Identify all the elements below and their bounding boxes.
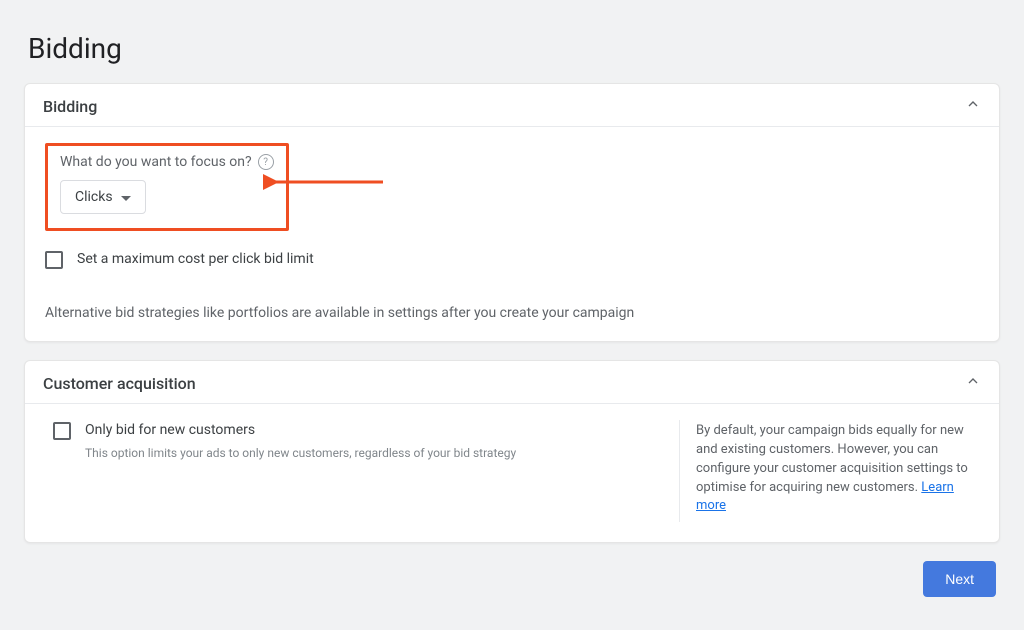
customer-acquisition-card: Customer acquisition Only bid for new cu… xyxy=(24,360,1000,543)
acquisition-side-note: By default, your campaign bids equally f… xyxy=(679,420,979,522)
next-button[interactable]: Next xyxy=(923,561,996,597)
focus-dropdown-value: Clicks xyxy=(75,189,113,205)
bidding-card-header[interactable]: Bidding xyxy=(25,84,999,127)
alt-strategies-note: Alternative bid strategies like portfoli… xyxy=(45,305,979,321)
chevron-down-icon xyxy=(121,196,131,201)
focus-dropdown[interactable]: Clicks xyxy=(60,180,146,214)
page-title: Bidding xyxy=(28,32,1000,65)
new-customers-subtext: This option limits your ads to only new … xyxy=(85,446,655,460)
chevron-up-icon xyxy=(965,373,981,393)
focus-highlight-box: What do you want to focus on? ? Clicks xyxy=(45,143,289,231)
bidding-card-title: Bidding xyxy=(43,97,97,116)
max-cpc-checkbox[interactable] xyxy=(45,251,63,269)
bidding-card: Bidding What do you want to focus on? ? … xyxy=(24,83,1000,342)
new-customers-label: Only bid for new customers xyxy=(85,422,255,438)
new-customers-checkbox[interactable] xyxy=(53,422,71,440)
max-cpc-label: Set a maximum cost per click bid limit xyxy=(77,251,314,267)
chevron-up-icon xyxy=(965,96,981,116)
focus-label: What do you want to focus on? xyxy=(60,154,252,170)
customer-acquisition-header[interactable]: Customer acquisition xyxy=(25,361,999,404)
annotation-arrow-icon xyxy=(263,167,393,197)
customer-acquisition-title: Customer acquisition xyxy=(43,374,196,393)
